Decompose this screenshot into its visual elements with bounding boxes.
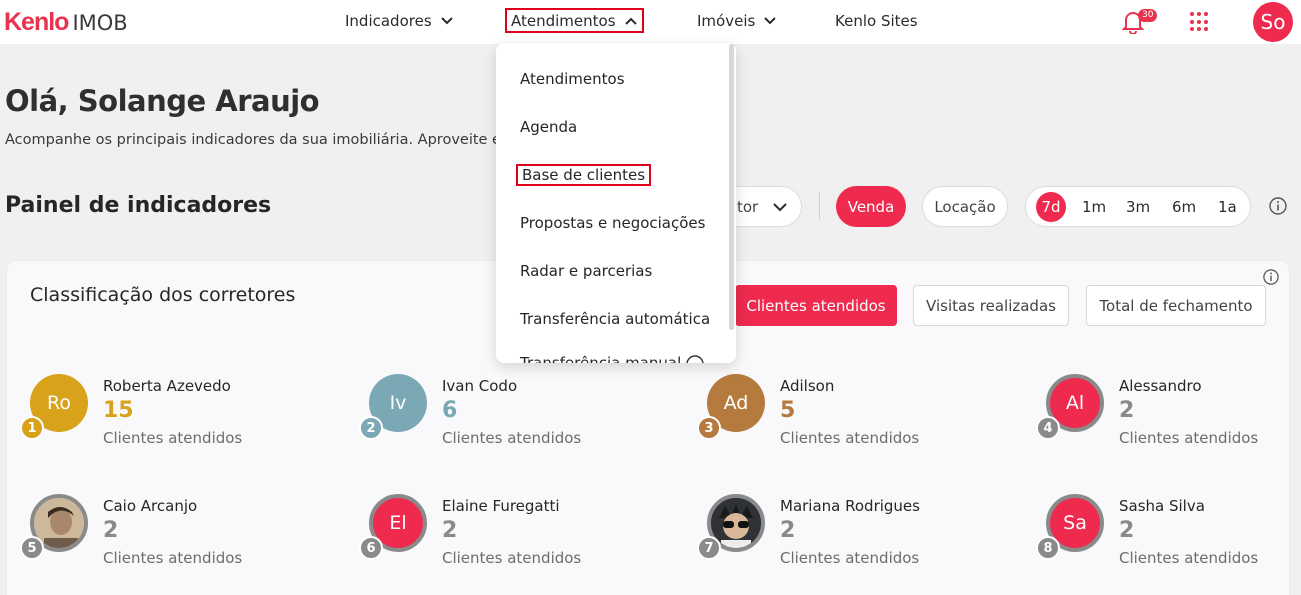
rank-position-badge: 2: [359, 416, 383, 440]
avatar-initials: Ro: [47, 392, 71, 414]
rank-position-badge: 6: [359, 536, 383, 560]
divider: [819, 192, 820, 220]
broker-metric-label: Clientes atendidos: [780, 429, 920, 447]
chevron-up-icon: [624, 17, 637, 25]
rank-position-badge: 1: [20, 416, 44, 440]
broker-metric-label: Clientes atendidos: [103, 429, 243, 447]
period-1m[interactable]: 1m: [1082, 192, 1106, 222]
broker-name: Sasha Silva: [1119, 497, 1205, 515]
rank-position-badge: 5: [20, 536, 44, 560]
ranking-item[interactable]: Al 4 Alessandro 2 Clientes atendidos: [1036, 374, 1301, 464]
menu-item-propostas-e-negociacoes[interactable]: Propostas e negociações: [520, 214, 705, 232]
broker-name: Mariana Rodrigues: [780, 497, 920, 515]
ranking-item[interactable]: Iv 2 Ivan Codo 6 Clientes atendidos: [359, 374, 669, 464]
broker-metric-label: Clientes atendidos: [103, 549, 243, 567]
ranking-item[interactable]: Ad 3 Adilson 5 Clientes atendidos: [697, 374, 1007, 464]
broker-metric-label: Clientes atendidos: [442, 429, 582, 447]
ranking-card-title: Classificação dos corretores: [30, 284, 296, 306]
broker-name: Adilson: [780, 377, 835, 395]
period-1a[interactable]: 1a: [1218, 192, 1237, 222]
broker-value: 2: [1119, 398, 1135, 423]
kenlo-imob-logo[interactable]: Kenlo IMOB: [4, 8, 128, 37]
nav-imoveis[interactable]: Imóveis: [697, 10, 777, 32]
metric-visitas-realizadas[interactable]: Visitas realizadas: [913, 285, 1069, 326]
broker-name: Roberta Azevedo: [103, 377, 231, 395]
dropdown-scrollbar[interactable]: [729, 44, 734, 330]
metric-total-fechamento[interactable]: Total de fechamento: [1086, 285, 1266, 326]
locacao-toggle[interactable]: Locação: [922, 186, 1008, 227]
ranking-item[interactable]: 7 Mariana Rodrigues 2 Clientes atendidos: [697, 494, 1007, 584]
menu-item-radar-e-parcerias[interactable]: Radar e parcerias: [520, 262, 652, 280]
user-avatar[interactable]: So: [1253, 2, 1293, 42]
nav-atendimentos-label: Atendimentos: [511, 11, 616, 30]
metric-clientes-atendidos[interactable]: Clientes atendidos: [735, 285, 897, 326]
chevron-down-icon: [764, 17, 777, 25]
broker-value: 6: [442, 398, 458, 423]
avatar-initials: Iv: [389, 392, 407, 414]
nav-indicadores-label: Indicadores: [345, 12, 432, 30]
venda-label: Venda: [847, 197, 895, 216]
period-7d[interactable]: 7d: [1036, 192, 1066, 222]
rank-position-badge: 4: [1036, 416, 1060, 440]
top-navigation-bar: [0, 0, 1301, 44]
logo-kenlo-text: Kenlo: [4, 8, 69, 36]
broker-name: Ivan Codo: [442, 377, 518, 395]
info-icon: [686, 355, 704, 363]
logo-imob-text: IMOB: [72, 11, 128, 35]
nav-kenlo-sites[interactable]: Kenlo Sites: [835, 10, 918, 32]
nav-imoveis-label: Imóveis: [697, 12, 756, 30]
menu-item-agenda[interactable]: Agenda: [520, 118, 577, 136]
apps-grid-icon[interactable]: [1190, 12, 1210, 32]
metric-label: Clientes atendidos: [746, 296, 886, 315]
menu-item-base-de-clientes[interactable]: Base de clientes: [516, 164, 652, 186]
venda-toggle[interactable]: Venda: [836, 186, 906, 227]
locacao-label: Locação: [934, 197, 996, 216]
broker-value: 2: [780, 518, 796, 543]
broker-name: Caio Arcanjo: [103, 497, 198, 515]
avatar-initials: El: [389, 512, 407, 534]
rank-position-badge: 3: [697, 416, 721, 440]
corretor-filter-label: tor: [737, 197, 759, 216]
broker-metric-label: Clientes atendidos: [442, 549, 582, 567]
panel-title: Painel de indicadores: [5, 193, 272, 218]
avatar-initials: Sa: [1063, 512, 1087, 534]
broker-value: 2: [103, 518, 119, 543]
info-icon[interactable]: [1269, 197, 1287, 215]
broker-value: 2: [1119, 518, 1135, 543]
rank-position-badge: 8: [1036, 536, 1060, 560]
ranking-item[interactable]: 5 Caio Arcanjo 2 Clientes atendidos: [20, 494, 330, 584]
atendimentos-dropdown-menu: Atendimentos Agenda Base de clientes Pro…: [496, 43, 736, 363]
broker-value: 15: [103, 398, 134, 423]
period-3m[interactable]: 3m: [1126, 192, 1150, 222]
menu-item-transferencia-automatica[interactable]: Transferência automática: [520, 310, 710, 328]
rank-position-badge: 7: [697, 536, 721, 560]
ranking-item[interactable]: Sa 8 Sasha Silva 2 Clientes atendidos: [1036, 494, 1301, 584]
period-selector: 7d 1m 3m 6m 1a: [1025, 186, 1251, 227]
menu-item-transferencia-manual[interactable]: Transferência manual: [520, 354, 681, 363]
greeting-title: Olá, Solange Araujo: [5, 84, 320, 118]
broker-value: 5: [780, 398, 796, 423]
metric-label: Visitas realizadas: [926, 296, 1056, 315]
nav-kenlo-sites-label: Kenlo Sites: [835, 12, 918, 30]
nav-indicadores[interactable]: Indicadores: [345, 10, 454, 32]
info-icon[interactable]: [1263, 269, 1279, 285]
broker-metric-label: Clientes atendidos: [1119, 429, 1259, 447]
ranking-item[interactable]: El 6 Elaine Furegatti 2 Clientes atendid…: [359, 494, 669, 584]
broker-value: 2: [442, 518, 458, 543]
chevron-down-icon: [773, 202, 787, 211]
avatar-initials: Ad: [723, 392, 749, 414]
broker-metric-label: Clientes atendidos: [1119, 549, 1259, 567]
chevron-down-icon: [440, 17, 453, 25]
broker-name: Elaine Furegatti: [442, 497, 560, 515]
broker-metric-label: Clientes atendidos: [780, 549, 920, 567]
user-initials: So: [1260, 10, 1286, 34]
ranking-item[interactable]: Ro 1 Roberta Azevedo 15 Clientes atendid…: [20, 374, 330, 464]
metric-label: Total de fechamento: [1099, 296, 1253, 315]
nav-atendimentos[interactable]: Atendimentos: [505, 8, 644, 33]
broker-name: Alessandro: [1119, 377, 1202, 395]
notification-badge: 30: [1138, 9, 1158, 22]
menu-item-atendimentos[interactable]: Atendimentos: [520, 70, 625, 88]
period-6m[interactable]: 6m: [1172, 192, 1196, 222]
avatar-initials: Al: [1065, 392, 1085, 414]
